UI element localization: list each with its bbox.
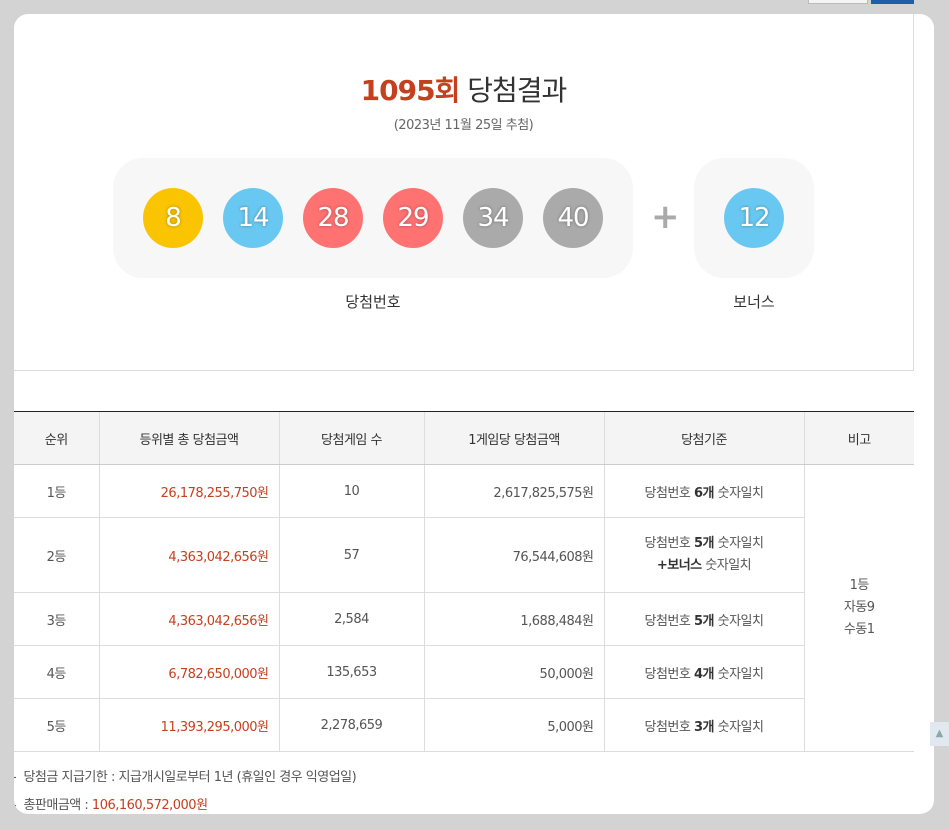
winners-cell: 10 bbox=[278, 464, 424, 518]
criteria-cell: 당첨번호 5개 숫자일치 bbox=[603, 592, 804, 646]
winners-cell: 135,653 bbox=[278, 645, 424, 699]
draw-date: (2023년 11월 25일 추첨) bbox=[393, 118, 534, 133]
prize-table: 순위 등위별 총 당첨금액 당첨게임 수 1게임당 당첨금액 당첨기준 비고 1… bbox=[14, 411, 914, 752]
total-prize-cell: 6,782,650,000원 bbox=[98, 645, 279, 699]
bonus-ball: 12 bbox=[724, 188, 784, 248]
header-rank: 순위 bbox=[14, 411, 99, 465]
criteria-text: 숫자일치 bbox=[714, 536, 764, 551]
total-prize-cell: 26,178,255,750원 bbox=[98, 464, 279, 518]
bonus-caption: 보너스 bbox=[733, 293, 775, 311]
lotto-result-panel: 1095회 당첨결과 (2023년 11월 25일 추첨) 8 14 28 29… bbox=[14, 14, 934, 814]
table-row: 4등 6,782,650,000원 135,653 50,000원 당첨번호 4… bbox=[14, 645, 914, 699]
lotto-ball: 40 bbox=[543, 188, 603, 248]
payment-deadline-note: - 당첨금 지급기한 : 지급개시일로부터 1년 (휴일인 경우 익영업일) bbox=[14, 766, 357, 785]
table-row: 2등 4,363,042,656원 57 76,544,608원 당첨번호 5개… bbox=[14, 517, 914, 593]
top-action-button[interactable] bbox=[871, 0, 914, 4]
criteria-count: 4개 bbox=[693, 666, 715, 682]
total-sales-value: 106,160,572,000원 bbox=[91, 798, 208, 813]
winners-cell: 2,584 bbox=[278, 592, 424, 646]
lotto-ball: 29 bbox=[383, 188, 443, 248]
rank-cell: 4등 bbox=[14, 645, 99, 699]
per-game-prize-cell: 2,617,825,575원 bbox=[423, 464, 604, 518]
rank-cell: 3등 bbox=[14, 592, 99, 646]
table-row: 1등 26,178,255,750원 10 2,617,825,575원 당첨번… bbox=[14, 464, 914, 752]
page-title: 1095회 당첨결과 bbox=[14, 69, 913, 109]
scroll-top-icon[interactable]: ▲ bbox=[930, 722, 949, 746]
per-game-prize-cell: 76,544,608원 bbox=[423, 517, 604, 593]
criteria-text: 숫자일치 bbox=[714, 666, 764, 682]
criteria-text: 당첨번호 bbox=[644, 719, 694, 735]
criteria-cell: 당첨번호 6개 숫자일치 bbox=[603, 464, 804, 518]
total-sales-note: - 총판매금액 : 106,160,572,000원 bbox=[14, 794, 208, 813]
criteria-text: 당첨번호 bbox=[644, 485, 694, 501]
total-prize-cell: 4,363,042,656원 bbox=[98, 517, 279, 593]
draw-round: 1095회 bbox=[360, 74, 461, 107]
criteria-count: 6개 bbox=[693, 485, 715, 501]
total-sales-label: 총판매금액 : bbox=[23, 798, 92, 813]
note-line: 1등 bbox=[849, 578, 870, 593]
header-criteria: 당첨기준 bbox=[603, 411, 804, 465]
total-prize-cell: 4,363,042,656원 bbox=[98, 592, 279, 646]
plus-icon: + bbox=[651, 197, 680, 237]
criteria-count: 3개 bbox=[693, 719, 715, 735]
lotto-ball: 14 bbox=[223, 188, 283, 248]
total-prize-cell: 11,393,295,000원 bbox=[98, 698, 279, 752]
table-row: 3등 4,363,042,656원 2,584 1,688,484원 당첨번호 … bbox=[14, 592, 914, 646]
winning-numbers-caption: 당첨번호 bbox=[345, 293, 401, 311]
criteria-text: 당첨번호 bbox=[644, 613, 694, 629]
rank-cell: 2등 bbox=[14, 517, 99, 593]
header-winners: 당첨게임 수 bbox=[278, 411, 424, 465]
per-game-prize-cell: 50,000원 bbox=[423, 645, 604, 699]
table-header-row: 순위 등위별 총 당첨금액 당첨게임 수 1게임당 당첨금액 당첨기준 비고 bbox=[14, 411, 914, 465]
criteria-text: 숫자일치 bbox=[701, 558, 752, 573]
criteria-count: 5개 bbox=[693, 536, 715, 551]
per-game-prize-cell: 1,688,484원 bbox=[423, 592, 604, 646]
header-per-game-prize: 1게임당 당첨금액 bbox=[423, 411, 604, 465]
note-line: 자동9 bbox=[843, 600, 875, 615]
criteria-text: 숫자일치 bbox=[714, 613, 764, 629]
winners-cell: 57 bbox=[278, 517, 424, 593]
header-total-prize: 등위별 총 당첨금액 bbox=[98, 411, 279, 465]
criteria-text: 숫자일치 bbox=[714, 485, 764, 501]
lotto-ball: 28 bbox=[303, 188, 363, 248]
winners-cell: 2,278,659 bbox=[278, 698, 424, 752]
criteria-cell: 당첨번호 4개 숫자일치 bbox=[603, 645, 804, 699]
bonus-number-box: 12 bbox=[694, 158, 814, 278]
note-line: 수동1 bbox=[843, 622, 875, 637]
criteria-text: 당첨번호 bbox=[644, 536, 694, 551]
winning-numbers-box: 8 14 28 29 34 40 bbox=[113, 158, 633, 278]
table-row: 5등 11,393,295,000원 2,278,659 5,000원 당첨번호… bbox=[14, 698, 914, 752]
payment-deadline-text: 당첨금 지급기한 : 지급개시일로부터 1년 (휴일인 경우 익영업일) bbox=[23, 770, 357, 785]
criteria-count: 5개 bbox=[693, 613, 715, 629]
per-game-prize-cell: 5,000원 bbox=[423, 698, 604, 752]
top-tab-button[interactable] bbox=[808, 0, 868, 4]
note-cell: 1등 자동9 수동1 bbox=[803, 464, 914, 752]
criteria-text: 숫자일치 bbox=[714, 719, 764, 735]
title-suffix: 당첨결과 bbox=[467, 74, 567, 107]
rank-cell: 1등 bbox=[14, 464, 99, 518]
draw-result-box: 1095회 당첨결과 (2023년 11월 25일 추첨) 8 14 28 29… bbox=[14, 14, 914, 371]
header-note: 비고 bbox=[803, 411, 914, 465]
lotto-ball: 8 bbox=[143, 188, 203, 248]
lotto-ball: 34 bbox=[463, 188, 523, 248]
rank-cell: 5등 bbox=[14, 698, 99, 752]
criteria-cell: 당첨번호 5개 숫자일치 +보너스 숫자일치 bbox=[603, 517, 804, 593]
criteria-text: 당첨번호 bbox=[644, 666, 694, 682]
criteria-cell: 당첨번호 3개 숫자일치 bbox=[603, 698, 804, 752]
criteria-bonus: +보너스 bbox=[656, 558, 702, 573]
